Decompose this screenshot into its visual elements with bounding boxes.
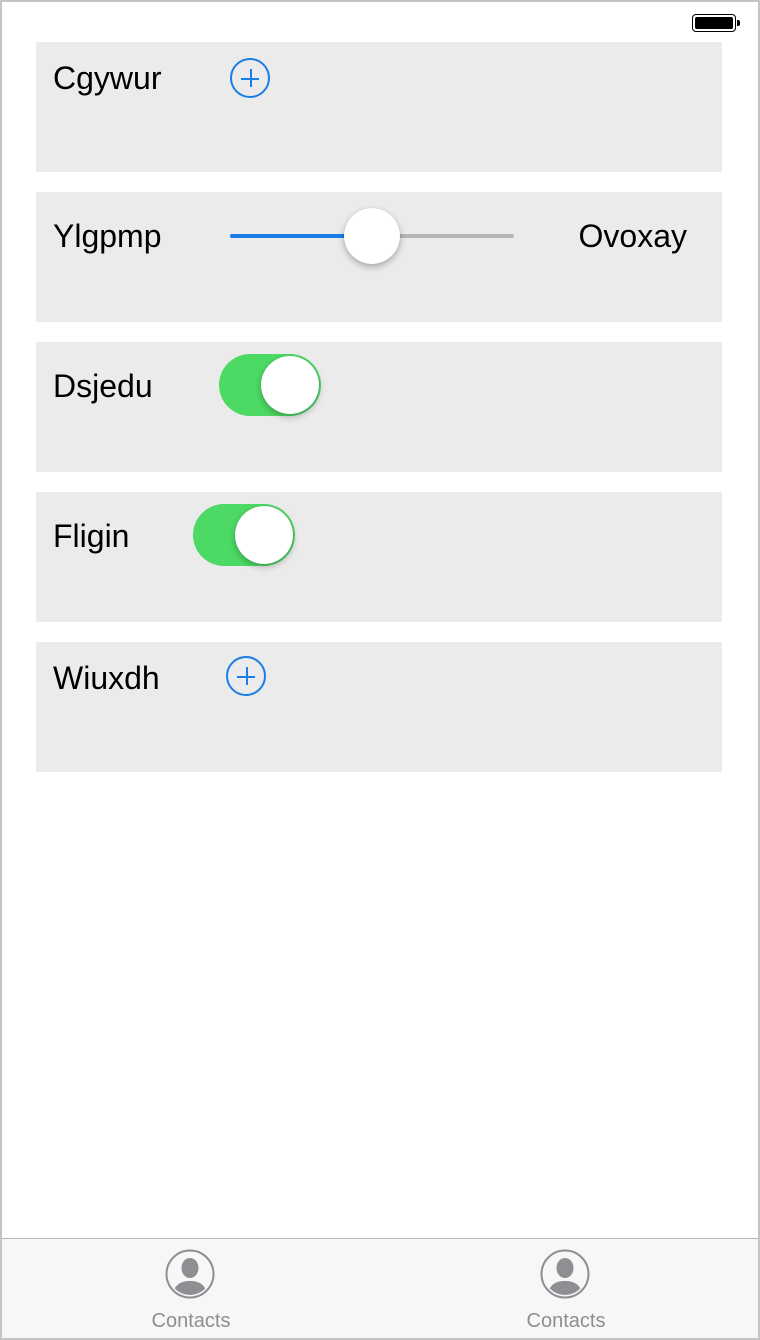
tab-contacts[interactable]: Contacts — [111, 1249, 271, 1335]
tab-label: Contacts — [526, 1310, 606, 1332]
toggle-switch[interactable] — [193, 504, 295, 566]
contact-icon — [540, 1249, 590, 1299]
row-label: Cgywur — [53, 60, 162, 96]
toggle-switch[interactable] — [219, 354, 321, 416]
row-fligin: Fligin — [36, 492, 722, 622]
toggle-knob — [235, 506, 293, 564]
plus-circle-icon[interactable] — [230, 58, 270, 98]
slider-track[interactable] — [230, 208, 514, 264]
app-screen: Cgywur Ylgpmp Ovoxay Dsjedu Fligin Wiuxd… — [0, 0, 760, 1340]
row-label: Fligin — [53, 518, 130, 554]
plus-circle-icon[interactable] — [226, 656, 266, 696]
toggle-knob — [261, 356, 319, 414]
contact-icon — [165, 1249, 215, 1299]
row-label: Ylgpmp — [53, 218, 162, 254]
slider-thumb[interactable] — [344, 208, 400, 264]
row-wiuxdh: Wiuxdh — [36, 642, 722, 772]
row-dsjedu: Dsjedu — [36, 342, 722, 472]
row-cgywur: Cgywur — [36, 42, 722, 172]
tab-contacts[interactable]: Contacts — [486, 1249, 646, 1335]
tab-bar: Contacts Contacts — [2, 1238, 758, 1338]
tab-label: Contacts — [151, 1310, 231, 1332]
battery-icon — [692, 14, 740, 32]
row-ylgpmp: Ylgpmp Ovoxay — [36, 192, 722, 322]
row-label: Dsjedu — [53, 368, 153, 404]
slider-right-label: Ovoxay — [578, 218, 687, 254]
row-label: Wiuxdh — [53, 660, 160, 696]
